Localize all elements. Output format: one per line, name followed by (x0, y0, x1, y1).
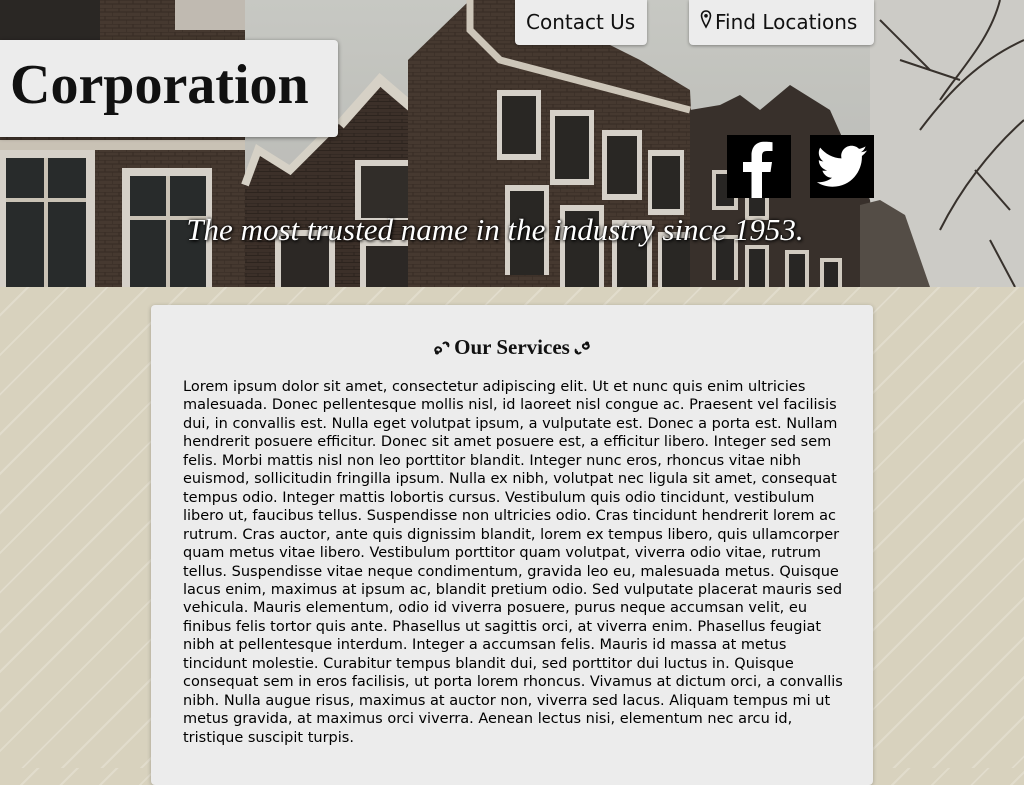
logo[interactable]: Corporation (0, 40, 338, 137)
contact-us-label: Contact Us (526, 10, 636, 34)
find-locations-button[interactable]: Find Locations (689, 0, 874, 45)
fleuron-icon (433, 337, 451, 355)
services-heading-text: Our Services (454, 335, 570, 359)
services-heading: Our Services (151, 335, 873, 360)
find-locations-label: Find Locations (715, 10, 858, 34)
facebook-icon (743, 141, 773, 198)
services-body-text: Lorem ipsum dolor sit amet, consectetur … (183, 379, 843, 746)
tagline: The most trusted name in the industry si… (186, 212, 804, 247)
hero-banner: Contact Us Find Locations Corporation Th… (0, 0, 1024, 287)
services-panel: Our Services Lorem ipsum dolor sit amet,… (151, 305, 873, 785)
fleuron-icon (573, 337, 591, 355)
contact-us-button[interactable]: Contact Us (515, 0, 647, 45)
facebook-link[interactable] (727, 135, 791, 198)
map-pin-icon (700, 1, 712, 29)
twitter-icon (816, 145, 867, 187)
logo-text: Corporation (10, 54, 309, 116)
twitter-link[interactable] (810, 135, 874, 198)
